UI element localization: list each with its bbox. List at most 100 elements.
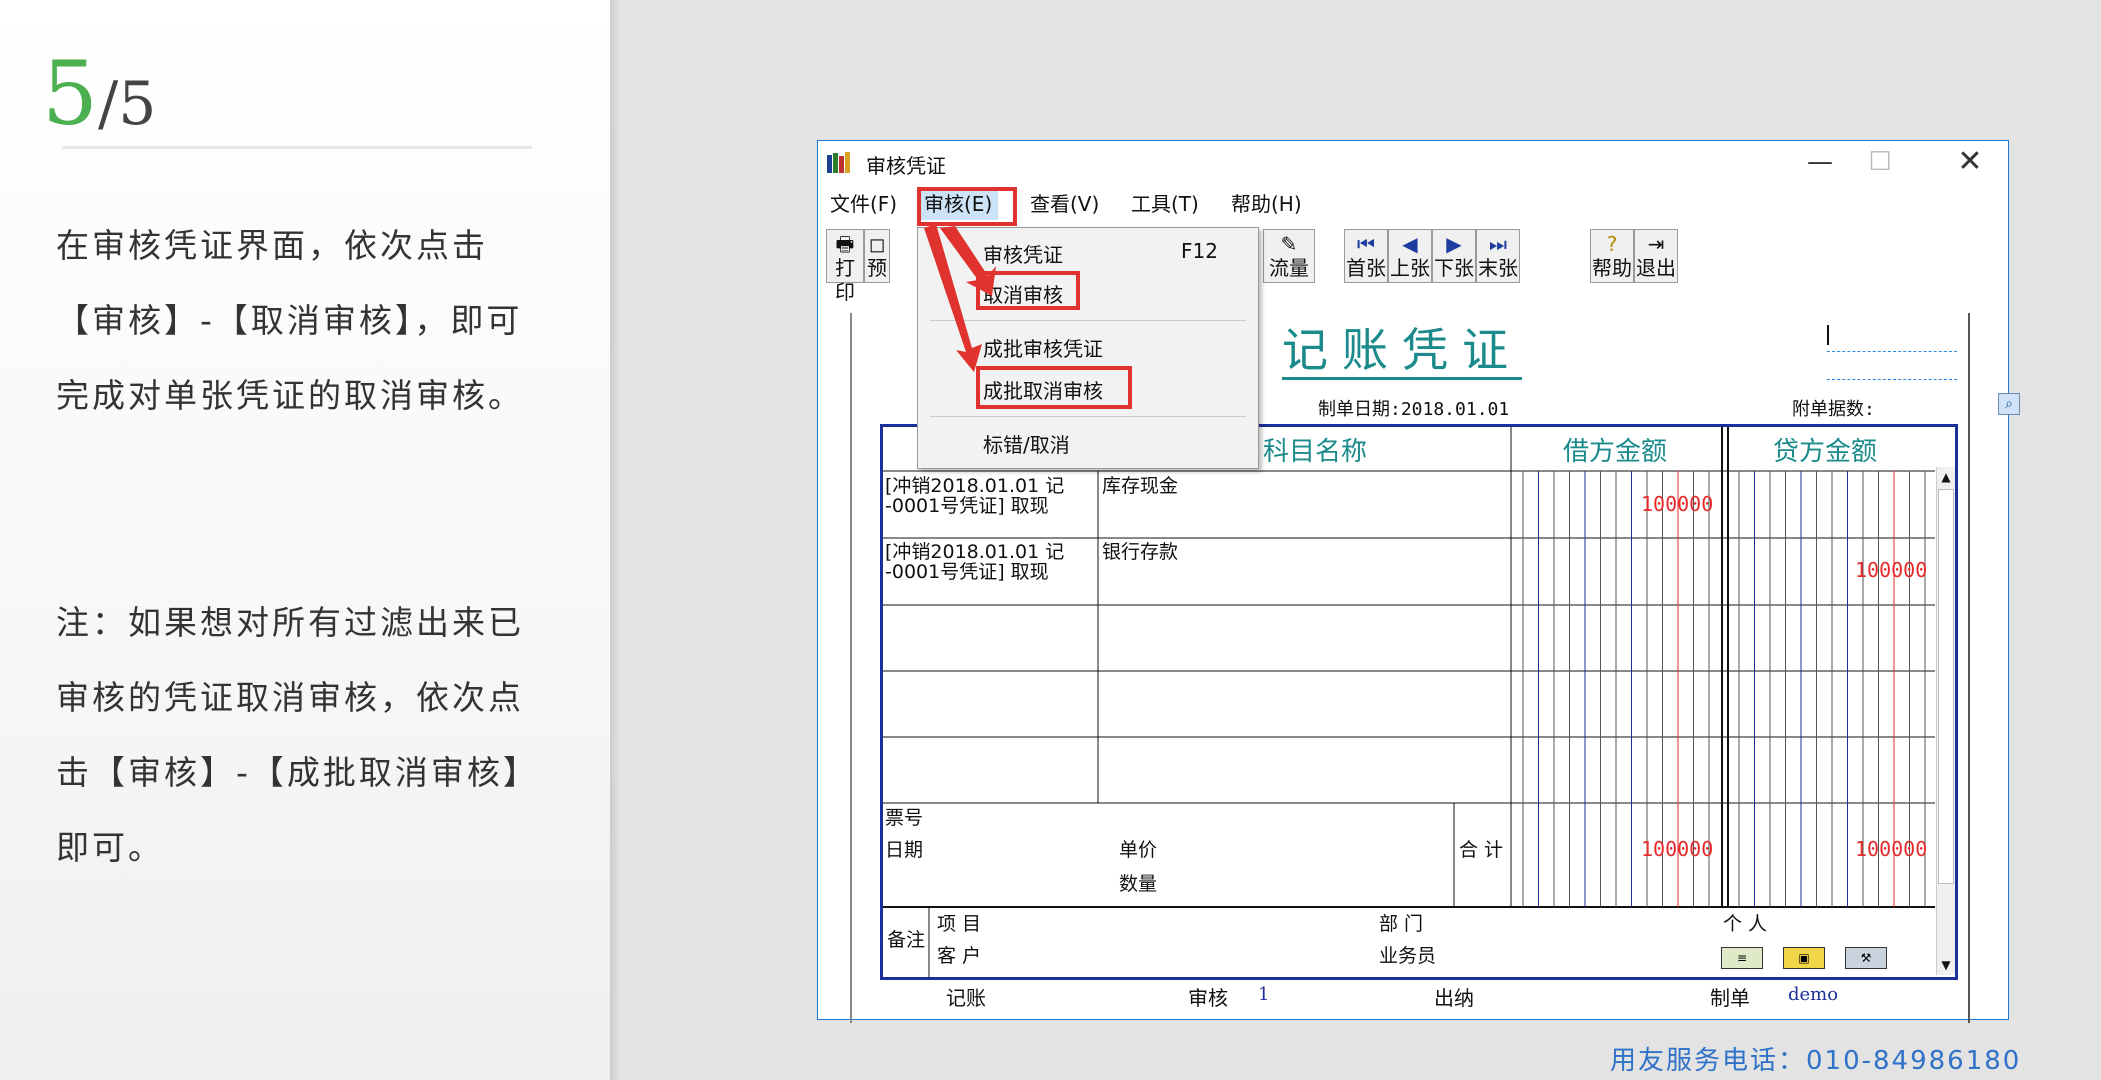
- service-hotline: 用友服务电话：010-84986180: [1610, 1046, 2022, 1076]
- window-title: 审核凭证: [866, 154, 946, 178]
- prev-label: 上张: [1390, 256, 1430, 280]
- title-bar: 审核凭证 — ☐ ✕: [818, 141, 2008, 183]
- note-paragraph: 注：如果想对所有过滤出来已审核的凭证取消审核，依次点击【审核】-【成批取消审核】…: [56, 603, 539, 867]
- scroll-thumb[interactable]: [1938, 489, 1954, 884]
- shortcut-f12: F12: [1181, 239, 1218, 263]
- panel-shadow: [610, 0, 620, 1080]
- dashed-line: [1827, 351, 1957, 352]
- step-indicator: 5/5: [42, 50, 156, 138]
- menu-help[interactable]: 帮助(H): [1231, 188, 1302, 220]
- quantity-label: 数量: [1119, 873, 1158, 895]
- row1-summary-line1: [冲销2018.01.01 记: [885, 475, 1065, 497]
- project-label: 项 目: [937, 913, 982, 935]
- menu-tools[interactable]: 工具(T): [1131, 188, 1199, 220]
- scroll-up-arrow-icon[interactable]: ▲: [1937, 467, 1955, 487]
- total-debit: 100000: [1641, 837, 1714, 861]
- close-button[interactable]: ✕: [1940, 141, 2000, 183]
- preview-button[interactable]: ◻ 预: [864, 229, 890, 283]
- remark-label: 备注: [887, 929, 926, 951]
- row1-subject: 库存现金: [1102, 475, 1179, 497]
- audit-label: 审核: [1188, 986, 1228, 1010]
- attachment-count-label: 附单据数:: [1792, 399, 1875, 420]
- dashed-line: [1827, 379, 1957, 380]
- menu-item-batch-audit[interactable]: 成批审核凭证: [983, 333, 1103, 362]
- department-label: 部 门: [1379, 913, 1424, 935]
- first-button[interactable]: ⏮ 首张: [1344, 229, 1388, 283]
- row2-summary-line2: -0001号凭证] 取现: [885, 561, 1049, 583]
- person-lookup-icon[interactable]: ⚒: [1845, 947, 1887, 969]
- instruction-paragraph: 在审核凭证界面，依次点击【审核】-【取消审核】，即可完成对单张凭证的取消审核。: [56, 226, 524, 415]
- last-button[interactable]: ⏭ 末张: [1476, 229, 1520, 283]
- pencil-icon: ✎: [1280, 232, 1298, 256]
- magnifier-icon[interactable]: ⌕: [1998, 393, 2020, 415]
- prev-page-icon: ◀: [1402, 232, 1418, 256]
- flow-button[interactable]: ✎ 流量: [1263, 229, 1315, 283]
- customer-lookup-icon[interactable]: ▣: [1783, 947, 1825, 969]
- row2-subject: 银行存款: [1102, 541, 1179, 563]
- date-label: 日期: [885, 839, 924, 861]
- row1-summary-line2: -0001号凭证] 取现: [885, 495, 1049, 517]
- customer-label: 客 户: [937, 945, 982, 967]
- total-label: 合 计: [1459, 839, 1504, 861]
- text-cursor: [1827, 325, 1829, 345]
- print-button[interactable]: 🖶 打印: [826, 229, 864, 304]
- last-label: 末张: [1478, 256, 1518, 280]
- next-button[interactable]: ▶ 下张: [1432, 229, 1476, 283]
- row2-summary-line1: [冲销2018.01.01 记: [885, 541, 1065, 563]
- first-label: 首张: [1346, 256, 1386, 280]
- slide-left-panel: 5/5 在审核凭证界面，依次点击【审核】-【取消审核】，即可完成对单张凭证的取消…: [0, 0, 610, 1080]
- highlight-batch-cancel-audit: [976, 366, 1132, 409]
- last-page-icon: ⏭: [1489, 232, 1507, 256]
- salesman-label: 业务员: [1379, 945, 1437, 967]
- bookkeeping-label: 记账: [946, 986, 986, 1010]
- row1-debit: 100000: [1641, 492, 1714, 516]
- help-label: 帮助: [1592, 256, 1632, 280]
- minimize-button[interactable]: —: [1790, 141, 1850, 183]
- help-icon: ?: [1606, 232, 1618, 256]
- books-icon: [827, 152, 850, 173]
- maximize-button[interactable]: ☐: [1850, 141, 1910, 183]
- maker-value: demo: [1788, 984, 1839, 1005]
- menu-item-audit-voucher[interactable]: 审核凭证: [983, 239, 1063, 268]
- menu-item-mark-error[interactable]: 标错/取消: [983, 429, 1070, 458]
- step-divider: [62, 146, 532, 149]
- printer-icon: 🖶: [835, 232, 855, 256]
- step-total: /5: [98, 69, 157, 139]
- help-button[interactable]: ? 帮助: [1590, 229, 1634, 283]
- next-page-icon: ▶: [1446, 232, 1462, 256]
- row2-credit: 100000: [1855, 558, 1928, 582]
- voucher-title: 记账凭证: [1282, 323, 1522, 380]
- cashier-label: 出纳: [1434, 986, 1474, 1010]
- highlight-cancel-audit: [976, 271, 1080, 310]
- maker-label: 制单: [1710, 986, 1750, 1010]
- menu-file[interactable]: 文件(F): [830, 188, 897, 220]
- unit-price-label: 单价: [1119, 839, 1158, 861]
- menu-view[interactable]: 查看(V): [1030, 188, 1099, 220]
- header-subject: 科目名称: [1263, 437, 1368, 467]
- exit-button[interactable]: ⇥ 退出: [1634, 229, 1678, 283]
- ticket-no-label: 票号: [885, 807, 924, 829]
- scroll-down-arrow-icon[interactable]: ▼: [1937, 955, 1955, 975]
- exit-icon: ⇥: [1647, 232, 1665, 256]
- vertical-scrollbar[interactable]: ▲ ▼: [1936, 467, 1955, 975]
- header-credit: 贷方金额: [1773, 437, 1878, 467]
- audit-value: 1: [1258, 984, 1270, 1005]
- header-debit: 借方金额: [1563, 437, 1668, 467]
- menu-separator: [930, 320, 1246, 321]
- step-current: 5: [42, 42, 98, 145]
- menu-separator: [930, 416, 1246, 417]
- voucher-date: 制单日期:2018.01.01: [1318, 399, 1510, 420]
- exit-label: 退出: [1636, 256, 1676, 280]
- highlight-audit-menu: [917, 187, 1017, 226]
- flow-label: 流量: [1269, 256, 1309, 280]
- preview-icon: ◻: [868, 232, 886, 256]
- project-lookup-icon[interactable]: ≡: [1721, 947, 1763, 969]
- next-label: 下张: [1434, 256, 1474, 280]
- total-credit: 100000: [1855, 837, 1928, 861]
- print-label: 打印: [835, 256, 855, 304]
- preview-label: 预: [867, 256, 887, 280]
- person-label: 个 人: [1723, 913, 1768, 935]
- prev-button[interactable]: ◀ 上张: [1388, 229, 1432, 283]
- first-page-icon: ⏮: [1357, 232, 1375, 256]
- audit-dropdown-menu: 审核凭证 F12 取消审核 成批审核凭证 成批取消审核 标错/取消: [917, 227, 1259, 469]
